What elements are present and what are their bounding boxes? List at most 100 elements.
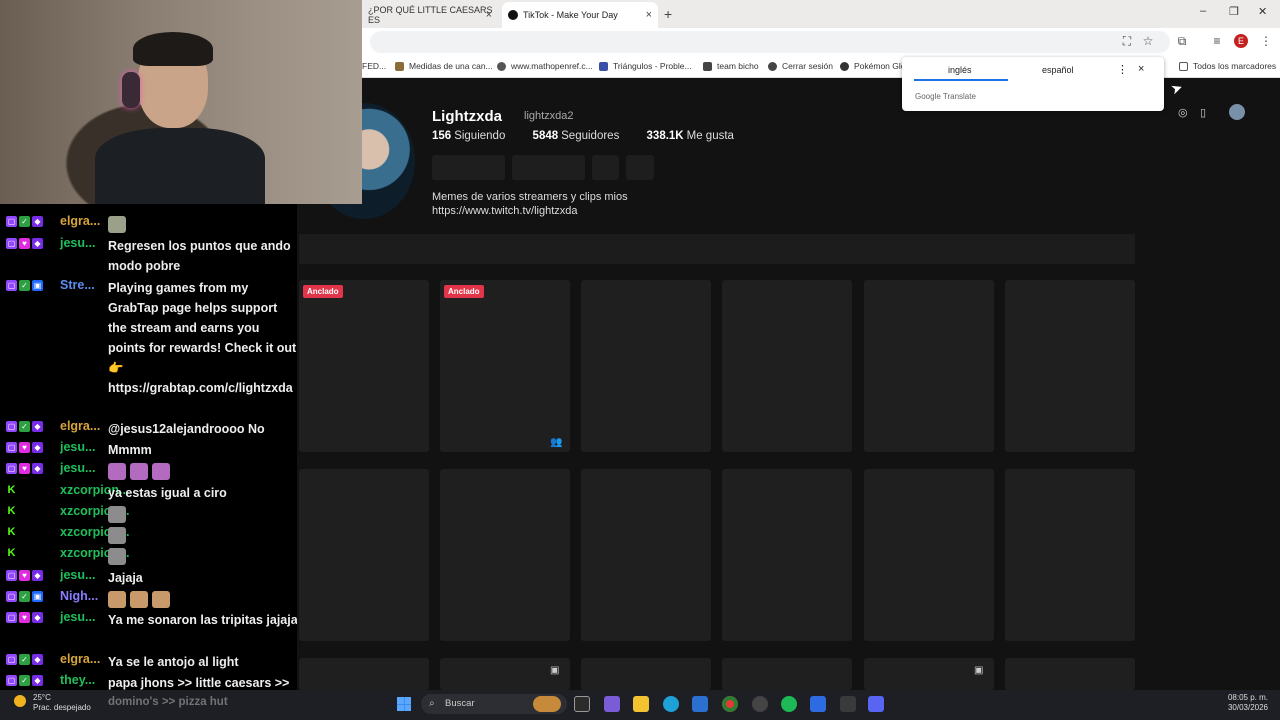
prime-badge-icon[interactable]: ♥ [19,612,30,623]
twitch-badge-icon[interactable]: ▢ [6,654,17,665]
twitch-badge-icon[interactable]: ▢ [6,238,17,249]
close-icon[interactable]: × [646,9,652,21]
more-button[interactable] [626,155,654,180]
capcut-icon[interactable] [840,696,856,712]
obs-icon[interactable] [752,696,768,712]
chat-username[interactable]: jesu... [60,461,95,475]
kick-icon[interactable]: K [6,506,17,517]
video-card[interactable] [864,280,994,452]
close-icon[interactable]: × [486,9,492,21]
twitch-badge-icon[interactable]: ▢ [6,216,17,227]
twitch-badge-icon[interactable]: ▢ [6,442,17,453]
share-button[interactable] [592,155,619,180]
video-card[interactable] [1005,280,1135,452]
twitch-badge-icon[interactable]: ▢ [6,591,17,602]
chat-username[interactable]: they... [60,673,95,687]
bookmark-item[interactable]: team bicho [703,61,759,71]
kick-icon[interactable]: K [6,527,17,538]
app-icon[interactable] [810,696,826,712]
sub-badge-icon[interactable]: ◆ [32,442,43,453]
sub-badge-icon[interactable]: ◆ [32,675,43,686]
close-window-button[interactable]: ✕ [1258,5,1267,18]
target-language-tab[interactable]: español [1042,65,1074,75]
video-card[interactable] [299,658,429,690]
windows-start-icon[interactable] [397,697,411,711]
twitch-badge-icon[interactable]: ▢ [6,421,17,432]
kick-icon[interactable]: K [6,548,17,559]
pizza-widget-icon[interactable] [533,696,561,712]
bot-badge-icon[interactable]: ▣ [32,591,43,602]
video-card[interactable] [1005,469,1135,641]
bookmark-item[interactable]: Cerrar sesión [768,61,833,71]
editor-badge-icon[interactable]: ✓ [19,216,30,227]
menu-icon[interactable]: ⋮ [1258,33,1274,49]
media-icon[interactable]: ≡ [1209,33,1225,49]
prime-badge-icon[interactable]: ♥ [19,238,30,249]
chat-username[interactable]: jesu... [60,236,95,250]
followers-stat[interactable]: 5848 Seguidores [533,130,632,142]
bookmark-item[interactable]: Pokémon Glo [840,61,906,71]
bot-badge-icon[interactable]: ▣ [32,280,43,291]
video-card[interactable]: ▣ [440,658,570,690]
video-card[interactable] [581,280,711,452]
translate-icon[interactable]: ⛶ [1119,33,1135,49]
twitch-badge-icon[interactable]: ▢ [6,280,17,291]
store-icon[interactable] [692,696,708,712]
tab-tiktok[interactable]: TikTok - Make Your Day × [502,2,658,28]
sub-badge-icon[interactable]: ◆ [32,612,43,623]
chat-username[interactable]: elgra... [60,214,100,228]
taskview-icon[interactable] [574,696,590,712]
all-bookmarks[interactable]: Todos los marcadores [1179,61,1276,71]
following-stat[interactable]: 156 Siguiendo [432,130,517,142]
edge-icon[interactable] [663,696,679,712]
video-card[interactable] [722,658,852,690]
prime-badge-icon[interactable]: ♥ [19,463,30,474]
avatar[interactable] [1229,104,1245,120]
video-card[interactable] [864,469,994,641]
chat-username[interactable]: jesu... [60,610,95,624]
chat-username[interactable]: Nigh... [60,589,98,603]
new-tab-button[interactable]: + [664,6,672,22]
kick-icon[interactable]: K [6,485,17,496]
video-card[interactable] [722,280,852,452]
video-card[interactable]: Anclado [299,280,429,452]
more-options-icon[interactable]: ⋮ [1117,63,1128,76]
prime-badge-icon[interactable]: ♥ [19,570,30,581]
video-card[interactable] [1005,658,1135,690]
editor-badge-icon[interactable]: ✓ [19,654,30,665]
file-explorer-icon[interactable] [633,696,649,712]
prime-badge-icon[interactable]: ♥ [19,442,30,453]
video-card[interactable] [581,469,711,641]
address-bar[interactable] [370,31,1170,53]
bookmark-item[interactable]: www.mathopenref.c... [497,61,593,71]
sub-badge-icon[interactable]: ◆ [32,463,43,474]
source-language-tab[interactable]: inglés [948,65,972,75]
sub-badge-icon[interactable]: ◆ [32,421,43,432]
twitch-badge-icon[interactable]: ▢ [6,675,17,686]
video-card[interactable]: Anclado 👥 [440,280,570,452]
sub-badge-icon[interactable]: ◆ [32,216,43,227]
chrome-icon[interactable] [722,696,738,712]
twitch-badge-icon[interactable]: ▢ [6,463,17,474]
tab-little-caesars[interactable]: ¿POR QUÉ LITTLE CAESARS ES × [362,2,498,28]
weather-widget[interactable]: 25°C Prac. despejado [33,693,91,713]
video-card[interactable]: ▣ [864,658,994,690]
twitch-badge-icon[interactable]: ▢ [6,570,17,581]
sub-badge-icon[interactable]: ◆ [32,238,43,249]
bookmark-item[interactable]: Medidas de una can... [395,61,493,71]
chat-username[interactable]: elgra... [60,652,100,666]
spotify-icon[interactable] [781,696,797,712]
editor-badge-icon[interactable]: ✓ [19,421,30,432]
video-card[interactable] [581,658,711,690]
extensions-icon[interactable]: ⧉ [1174,33,1190,49]
sub-badge-icon[interactable]: ◆ [32,570,43,581]
video-card[interactable] [440,469,570,641]
close-icon[interactable]: × [1138,63,1144,75]
editor-badge-icon[interactable]: ✓ [19,591,30,602]
discord-icon[interactable] [868,696,884,712]
minimize-button[interactable]: – [1200,5,1206,17]
follow-button[interactable] [432,155,505,180]
bio-link[interactable]: https://www.twitch.tv/lightzxda [432,204,628,218]
video-card[interactable] [299,469,429,641]
star-icon[interactable]: ☆ [1140,33,1156,49]
